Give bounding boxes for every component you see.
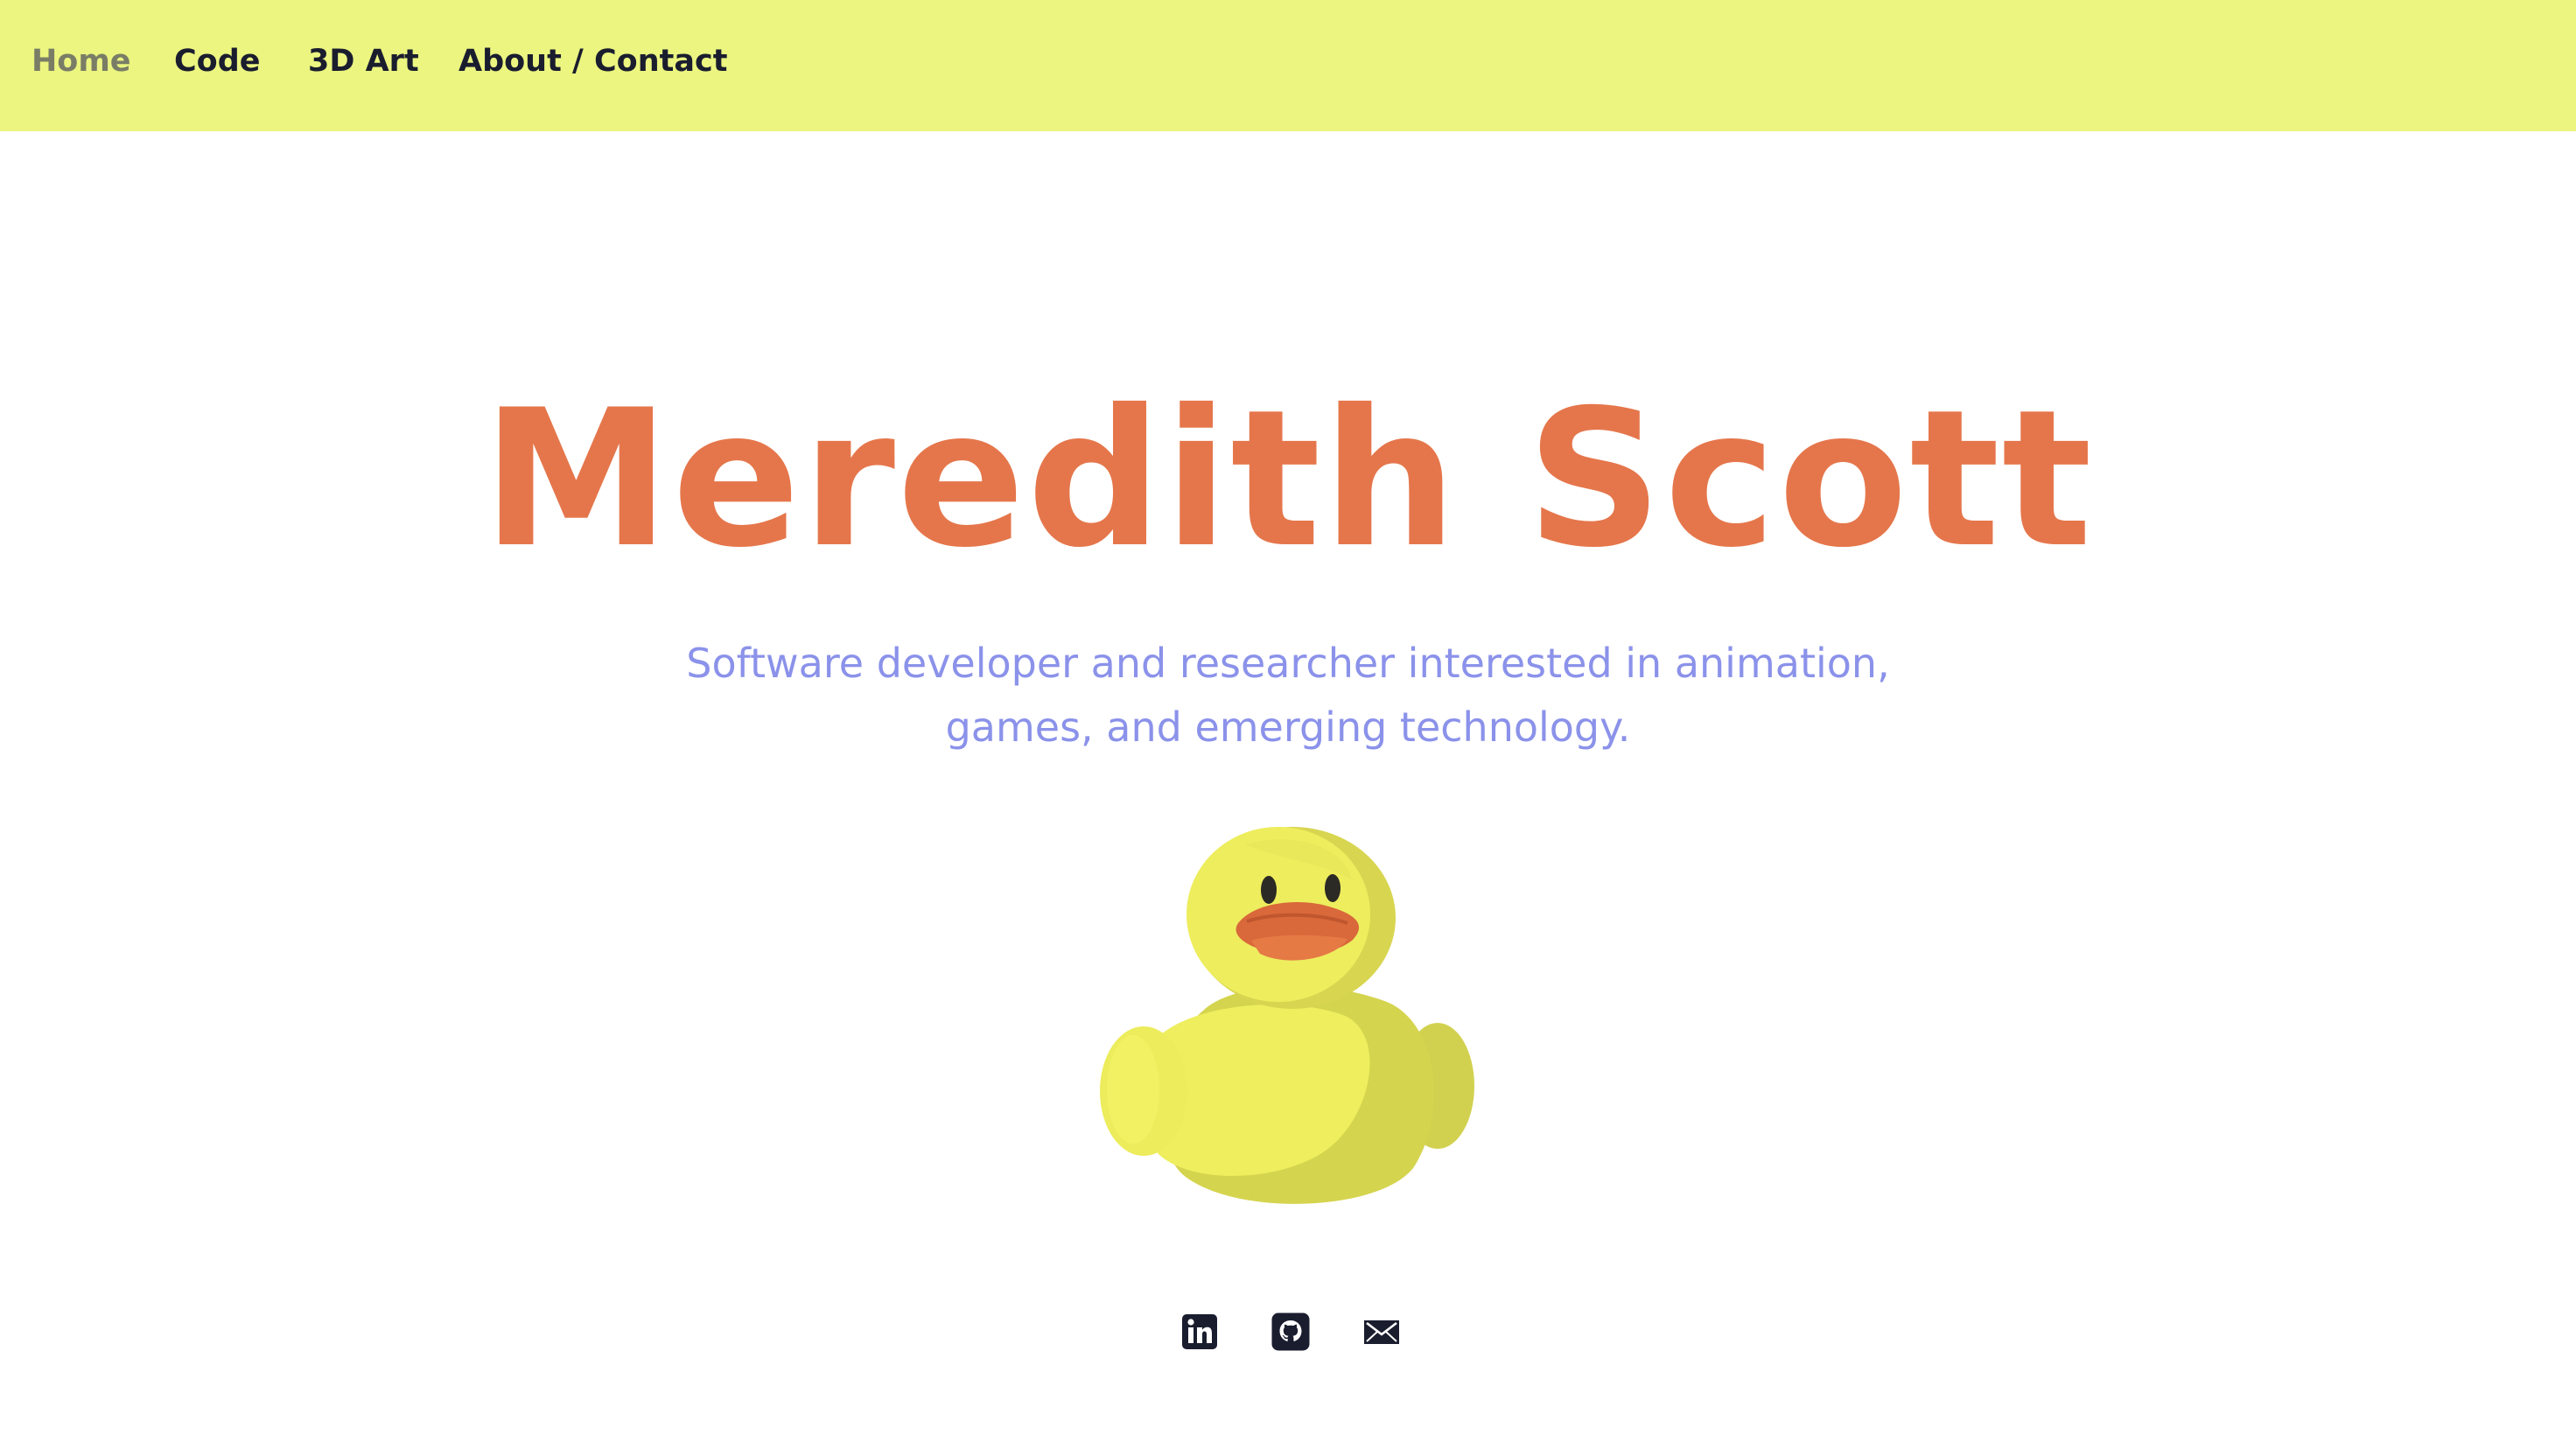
tagline: Software developer and researcher intere… — [0, 632, 2576, 760]
github-icon[interactable] — [1271, 1312, 1310, 1351]
nav-link-3d-art[interactable]: 3D Art — [308, 44, 419, 79]
rubber-duck-image — [1100, 827, 1474, 1204]
top-navbar: Home Code 3D Art About / Contact — [0, 0, 2576, 131]
tagline-line-2: games, and emerging technology. — [945, 704, 1631, 751]
mail-icon[interactable] — [1362, 1312, 1401, 1351]
page-title: Meredith Scott — [482, 369, 2094, 589]
linkedin-icon[interactable] — [1180, 1312, 1219, 1351]
nav-link-code[interactable]: Code — [174, 44, 261, 79]
nav-link-about-contact[interactable]: About / Contact — [458, 44, 727, 79]
tagline-line-1: Software developer and researcher intere… — [686, 640, 1890, 687]
nav-link-home[interactable]: Home — [32, 44, 131, 79]
